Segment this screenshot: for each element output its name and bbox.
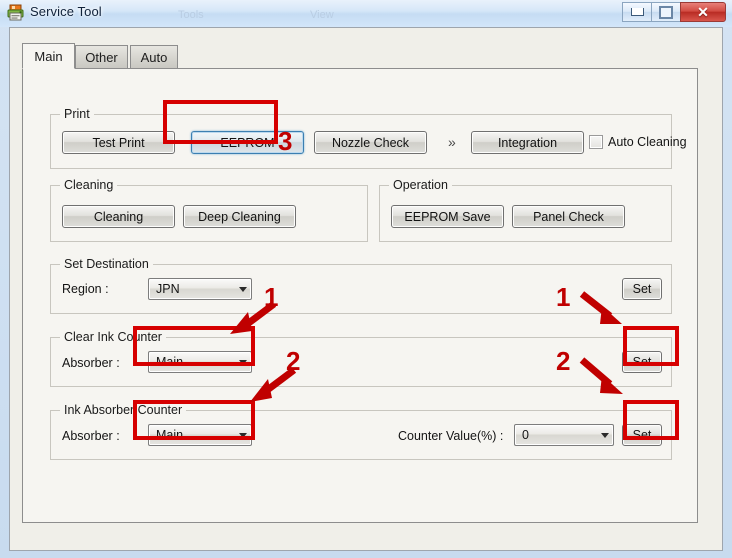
annotation-arrow-2-left (250, 367, 297, 402)
tab-other-label: Other (85, 49, 118, 65)
annotation-number-2-right: 2 (556, 346, 571, 376)
window-controls: ✕ (622, 2, 726, 23)
group-print-label: Print (60, 107, 94, 121)
counter-value-combo-value: 0 (522, 428, 529, 442)
annotation-number-3: 3 (278, 126, 293, 156)
group-cleaning-label: Cleaning (60, 178, 118, 192)
annotation-arrow-1-left (230, 301, 277, 334)
panel-check-button[interactable]: Panel Check (512, 205, 625, 228)
maximize-button[interactable] (651, 2, 680, 22)
chevron-down-icon (596, 425, 613, 445)
annotation-box-ink-absorber-set (623, 400, 679, 440)
group-operation: Operation EEPROM Save Panel Check (379, 178, 672, 242)
ghost-label-1: Tools (178, 9, 204, 21)
eeprom-save-label: EEPROM Save (404, 209, 491, 224)
tab-auto-label: Auto (140, 49, 168, 65)
counter-value-label: Counter Value(%) : (398, 429, 504, 443)
region-combo-value: JPN (156, 282, 180, 296)
group-cleaning: Cleaning Cleaning Deep Cleaning (50, 178, 368, 242)
region-field-label: Region : (62, 282, 109, 296)
region-combo[interactable]: JPN (148, 278, 252, 300)
cleaning-label: Cleaning (93, 209, 144, 224)
group-print: Print Test Print EEPROM Nozzle Check » I… (50, 107, 687, 169)
integration-label: Integration (497, 135, 558, 150)
tab-main-label: Main (34, 48, 63, 64)
printer-icon (7, 4, 24, 21)
annotation-box-eeprom (163, 100, 278, 144)
ghost-label-2: View (310, 9, 334, 21)
panel-check-label: Panel Check (533, 209, 604, 224)
annotation-number-1-right: 1 (556, 282, 571, 312)
nozzle-check-button[interactable]: Nozzle Check (314, 131, 427, 154)
deep-cleaning-label: Deep Cleaning (198, 209, 281, 224)
counter-value-combo[interactable]: 0 (514, 424, 614, 446)
nozzle-check-label: Nozzle Check (331, 135, 410, 150)
eeprom-save-button[interactable]: EEPROM Save (391, 205, 504, 228)
close-button[interactable]: ✕ (680, 2, 726, 22)
chevron-down-icon (234, 279, 251, 299)
window-title: Service Tool (30, 4, 102, 19)
cleaning-button[interactable]: Cleaning (62, 205, 175, 228)
annotation-arrow-1-right (579, 291, 622, 324)
client-area: Main Other Auto Print Test Print EEPROM (9, 27, 723, 551)
deep-cleaning-button[interactable]: Deep Cleaning (183, 205, 296, 228)
tab-main[interactable]: Main (22, 43, 75, 69)
clear-ink-counter-field-label: Absorber : (62, 356, 120, 370)
chevron-right-icon: » (448, 134, 456, 150)
tab-other[interactable]: Other (75, 45, 128, 69)
ink-absorber-counter-field-label: Absorber : (62, 429, 120, 443)
test-print-button[interactable]: Test Print (62, 131, 175, 154)
tab-auto[interactable]: Auto (130, 45, 178, 69)
minimize-button[interactable] (622, 2, 651, 22)
auto-cleaning-label: Auto Cleaning (608, 135, 687, 149)
set-destination-set-label: Set (632, 282, 652, 296)
annotation-box-ink-absorber-combo (133, 400, 255, 440)
auto-cleaning-checkbox[interactable] (589, 135, 603, 149)
test-print-label: Test Print (92, 135, 145, 150)
service-tool-window: Service Tool Tools View ✕ Main Other Aut… (0, 0, 732, 558)
title-bar: Service Tool Tools View ✕ (0, 0, 732, 27)
group-set-destination-label: Set Destination (60, 257, 153, 271)
annotation-arrow-2-right (579, 357, 623, 394)
integration-button[interactable]: Integration (471, 131, 584, 154)
close-icon: ✕ (697, 3, 709, 20)
group-operation-label: Operation (389, 178, 452, 192)
